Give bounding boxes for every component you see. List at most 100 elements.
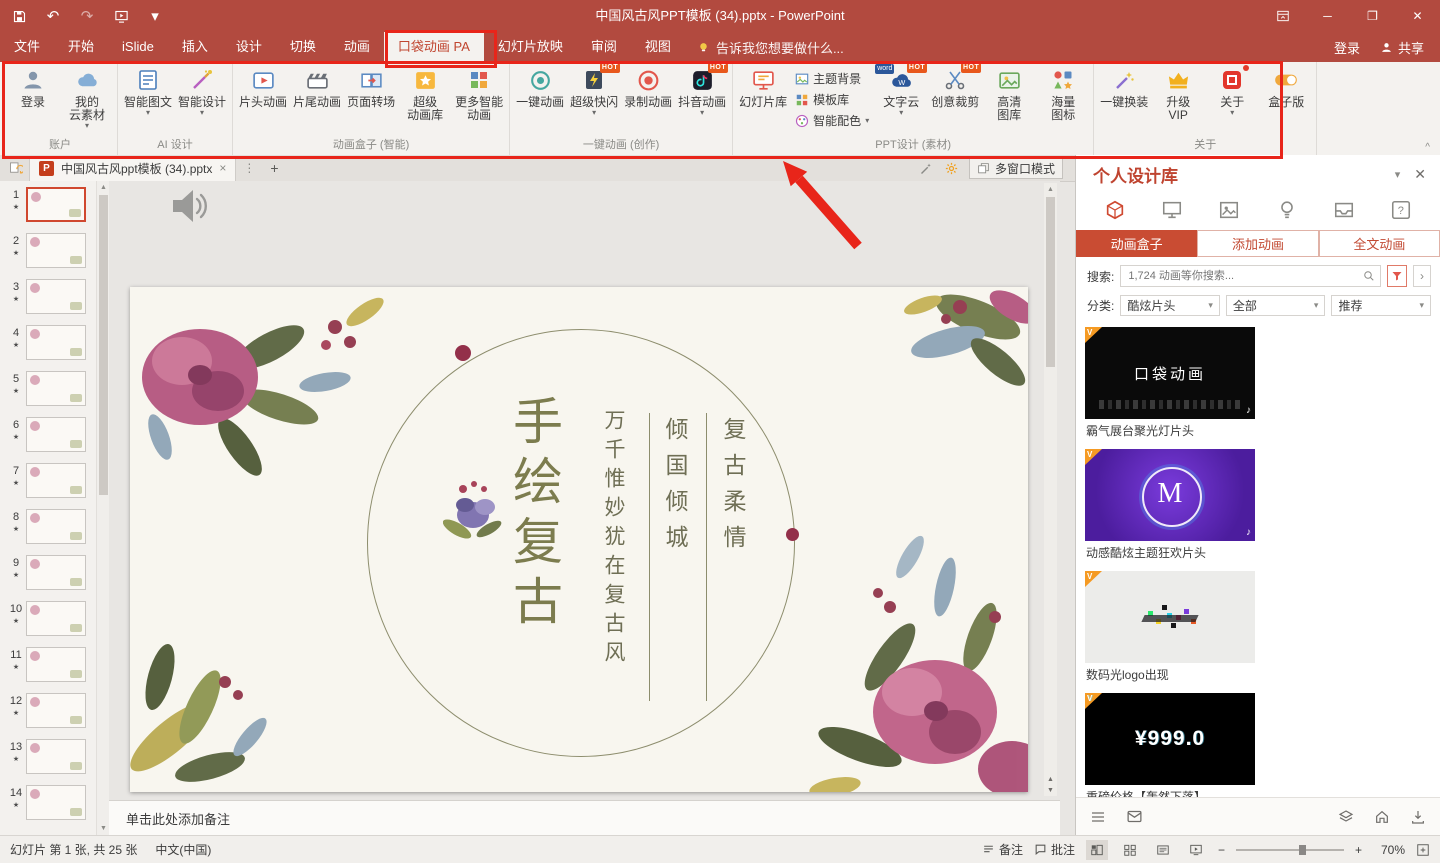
card-thumbnail[interactable]: V ¥999.0 — [1085, 693, 1255, 785]
animation-card[interactable]: V 口袋动画 ♪ 霸气展台聚光灯片头 — [1085, 327, 1255, 440]
slide-thumbnail-image[interactable] — [26, 463, 86, 498]
zoom-slider-thumb[interactable] — [1298, 844, 1306, 855]
category-select-1[interactable]: 酷炫片头 ▾ — [1120, 295, 1220, 316]
next-slide-icon[interactable]: ▼ — [1047, 787, 1054, 794]
slide-thumbnail-image[interactable] — [26, 739, 86, 774]
slide-canvas[interactable]: 手绘复古 万千惟妙犹在复古风 倾国倾城 复古柔情 — [130, 287, 1028, 792]
tab-design[interactable]: 设计 — [222, 32, 276, 62]
editor-scrollbar[interactable]: ▲ ▲ ▼ — [1044, 183, 1057, 796]
page-transition-button[interactable]: 页面转场 — [344, 62, 398, 139]
minimize-button[interactable]: ─ — [1305, 0, 1350, 32]
scrollbar-thumb[interactable] — [99, 195, 108, 495]
slide-thumbnail-row[interactable]: 2 ★ — [0, 230, 96, 276]
download-icon[interactable] — [1410, 809, 1426, 825]
tab-close-icon[interactable]: × — [219, 161, 226, 175]
maximize-button[interactable]: ❐ — [1350, 0, 1395, 32]
slide-phrase[interactable]: 万千惟妙犹在复古风 — [598, 409, 628, 670]
previous-slide-icon[interactable]: ▲ — [1047, 776, 1054, 783]
panel-close-icon[interactable]: ✕ — [1414, 166, 1426, 183]
login-button[interactable]: 登录 — [6, 62, 60, 139]
slide-thumbnail-image[interactable] — [26, 785, 86, 820]
start-slideshow-icon[interactable] — [112, 7, 130, 25]
redo-icon[interactable]: ↷ — [78, 7, 96, 25]
zoom-slider[interactable] — [1235, 844, 1344, 855]
smart-design-button[interactable]: 智能设计 ▾ — [175, 62, 229, 139]
notes-pane[interactable]: 单击此处添加备注 — [109, 800, 1060, 835]
tab-view[interactable]: 视图 — [631, 32, 685, 62]
slide-thumbnail-row[interactable]: 10 ★ — [0, 598, 96, 644]
language-indicator[interactable]: 中文(中国) — [155, 841, 211, 858]
tab-review[interactable]: 审阅 — [577, 32, 631, 62]
category-select-2[interactable]: 全部 ▾ — [1225, 295, 1326, 316]
tell-me-box[interactable]: 告诉我您想要做什么... — [685, 38, 856, 57]
slide-title[interactable]: 手绘复古 — [498, 395, 570, 635]
tab-home[interactable]: 开始 — [54, 32, 108, 62]
new-tab-icon[interactable]: + — [262, 160, 286, 176]
slide-thumbnail-image[interactable] — [26, 233, 86, 268]
animation-card[interactable]: V ¥999.0 重磅价格【轰然下落】 — [1085, 693, 1255, 798]
ribbon-display-options-icon[interactable] — [1260, 0, 1305, 32]
tab-file[interactable]: 文件 — [0, 32, 54, 62]
tab-islide[interactable]: iSlide — [108, 32, 168, 62]
idea-bulb-icon[interactable] — [1276, 199, 1298, 221]
slide-thumbnail-row[interactable]: 3 ★ — [0, 276, 96, 322]
smart-text-button[interactable]: 智能图文 ▾ — [121, 62, 175, 139]
one-key-animation-button[interactable]: 一键动画 — [513, 62, 567, 139]
slide-counter[interactable]: 幻灯片 第 1 张, 共 25 张 — [10, 841, 137, 858]
fit-to-window-icon[interactable] — [1416, 843, 1430, 857]
smart-color-button[interactable]: 智能配色 ▾ — [795, 112, 869, 129]
more-smart-animation-button[interactable]: 更多智能 动画 — [452, 62, 506, 139]
zoom-out-button[interactable]: − — [1218, 843, 1225, 857]
slide-thumbnail-image[interactable] — [26, 555, 86, 590]
box-version-toggle[interactable]: 盒子版 — [1259, 62, 1313, 139]
reading-view-icon[interactable] — [1152, 840, 1174, 860]
super-animation-library-button[interactable]: 超级 动画库 — [398, 62, 452, 139]
tab-add-animation[interactable]: 添加动画 — [1197, 230, 1319, 257]
drawer-icon[interactable] — [1333, 199, 1355, 221]
slide-sorter-view-icon[interactable] — [1119, 840, 1141, 860]
slideshow-view-icon[interactable] — [1185, 840, 1207, 860]
collapse-ribbon-icon[interactable]: ^ — [1425, 142, 1430, 153]
slide-column-a[interactable]: 倾国倾城 — [658, 417, 692, 561]
slide-thumbnail-row[interactable]: 6 ★ — [0, 414, 96, 460]
slide-thumbnail-row[interactable]: 1 ★ — [0, 184, 96, 230]
animation-card[interactable]: V M ♪ 动感酷炫主题狂欢片头 — [1085, 449, 1255, 562]
tab-fulltext-animation[interactable]: 全文动画 — [1318, 230, 1440, 257]
tab-options-icon[interactable]: ⋮ — [236, 161, 262, 175]
slide-thumbnail-image[interactable] — [26, 279, 86, 314]
creative-crop-button[interactable]: HOT 创意裁剪 — [928, 62, 982, 139]
animation-card[interactable]: V 数码光logo出现 — [1085, 571, 1255, 684]
slide-thumbnail-image[interactable] — [26, 647, 86, 682]
tab-transitions[interactable]: 切换 — [276, 32, 330, 62]
word-cloud-button[interactable]: word HOT W 文字云 ▾ — [874, 62, 928, 139]
tab-pocket-animation[interactable]: 口袋动画 PA — [383, 32, 484, 62]
login-link[interactable]: 登录 — [1334, 38, 1360, 57]
theme-background-button[interactable]: 主题背景 — [795, 70, 869, 87]
template-library-button[interactable]: 模板库 — [795, 91, 869, 108]
multi-window-mode-button[interactable]: 多窗口模式 — [968, 157, 1063, 179]
about-button[interactable]: 关于 ▾ — [1205, 62, 1259, 139]
mail-icon[interactable] — [1126, 808, 1143, 825]
document-tab[interactable]: P 中国风古风ppt模板 (34).pptx × — [29, 155, 237, 181]
slide-thumbnail-image[interactable] — [26, 693, 86, 728]
slide-editor[interactable]: 手绘复古 万千惟妙犹在复古风 倾国倾城 复古柔情 ▲ ▲ ▼ — [109, 181, 1060, 800]
zoom-in-button[interactable]: + — [1355, 843, 1362, 857]
tab-slideshow[interactable]: 幻灯片放映 — [484, 32, 577, 62]
slide-thumbnail-row[interactable]: 14 ★ — [0, 782, 96, 828]
card-thumbnail[interactable]: V M ♪ — [1085, 449, 1255, 541]
search-icon[interactable] — [1363, 270, 1375, 282]
slide-thumbnail-image[interactable] — [26, 509, 86, 544]
slide-thumbnail-row[interactable]: 11 ★ — [0, 644, 96, 690]
presentation-icon[interactable] — [1161, 199, 1183, 221]
slide-thumbnail-image[interactable] — [26, 417, 86, 452]
search-box[interactable] — [1120, 265, 1381, 287]
scrollbar-thumb[interactable] — [1046, 197, 1055, 367]
upgrade-vip-button[interactable]: 升级 VIP — [1151, 62, 1205, 139]
douyin-animation-button[interactable]: HOT 抖音动画 ▾ — [675, 62, 729, 139]
slide-thumbnail-image[interactable] — [26, 187, 86, 222]
slide-thumbnail-row[interactable]: 13 ★ — [0, 736, 96, 782]
layers-icon[interactable] — [1338, 809, 1354, 825]
tab-insert[interactable]: 插入 — [168, 32, 222, 62]
sync-pages-icon[interactable] — [8, 161, 23, 176]
tab-animation-box[interactable]: 动画盒子 — [1076, 230, 1198, 257]
